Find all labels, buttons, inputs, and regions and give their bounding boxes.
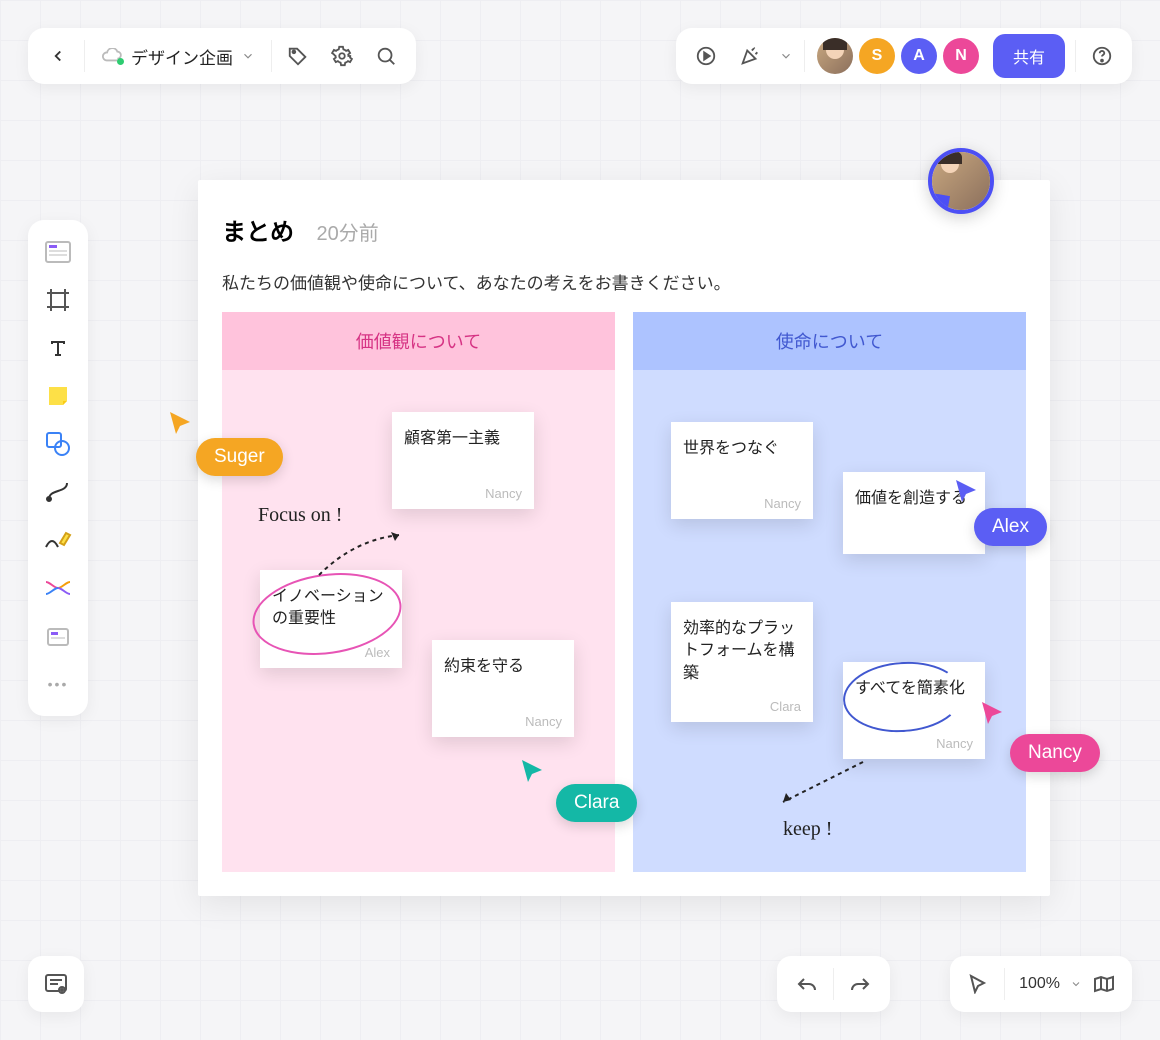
connector-tool[interactable] [36, 470, 80, 514]
pointer-tool[interactable] [960, 962, 996, 1006]
map-button[interactable] [1086, 962, 1122, 1006]
back-button[interactable] [36, 34, 80, 78]
sticky-card[interactable]: 効率的なプラットフォームを構築 Clara [671, 602, 813, 722]
tag-button[interactable] [276, 34, 320, 78]
undo-redo-bar [777, 956, 890, 1012]
column-header: 価値観について [222, 312, 615, 370]
more-tools[interactable]: ••• [36, 662, 80, 706]
cursor-label-clara: Clara [556, 784, 637, 822]
arrow-annotation[interactable] [314, 530, 414, 580]
cursor-label-suger: Suger [196, 438, 283, 476]
toolbar-right: S A N 共有 [676, 28, 1132, 84]
document-title: デザイン企画 [131, 44, 233, 69]
tools-sidebar: ••• [28, 220, 88, 716]
column-mission[interactable]: 使命について 世界をつなぐ Nancy 価値を創造する 効率的なプラットフォーム… [633, 312, 1026, 872]
celebrate-button[interactable] [728, 34, 772, 78]
remote-cursor-alex [954, 478, 980, 506]
search-button[interactable] [364, 34, 408, 78]
share-button[interactable]: 共有 [993, 34, 1065, 78]
mindmap-tool[interactable] [36, 566, 80, 610]
sticky-card[interactable]: 約束を守る Nancy [432, 640, 574, 737]
redo-button[interactable] [838, 962, 882, 1006]
cursor-label-nancy: Nancy [1010, 734, 1100, 772]
avatar-n[interactable]: N [943, 38, 979, 74]
column-header: 使命について [633, 312, 1026, 370]
remote-cursor-suger [168, 410, 194, 438]
sticky-note-tool[interactable] [36, 374, 80, 418]
presence-avatar-cursor [928, 148, 994, 214]
remote-cursor-clara [520, 758, 546, 786]
undo-button[interactable] [785, 962, 829, 1006]
zoom-bar: 100% [950, 956, 1132, 1012]
help-button[interactable] [1080, 34, 1124, 78]
chevron-down-icon [241, 49, 255, 63]
template-tool[interactable] [36, 230, 80, 274]
cloud-sync-icon [101, 48, 123, 64]
avatar-s[interactable]: S [859, 38, 895, 74]
notes-button[interactable] [28, 956, 84, 1012]
present-button[interactable] [684, 34, 728, 78]
chevron-down-icon[interactable] [1070, 978, 1082, 990]
text-annotation[interactable]: Focus on ! [258, 504, 342, 527]
board-timestamp: 20分前 [316, 223, 378, 245]
more-dropdown[interactable] [772, 34, 800, 78]
sticky-card[interactable]: 顧客第一主義 Nancy [392, 412, 534, 509]
shape-tool[interactable] [36, 422, 80, 466]
cursor-label-alex: Alex [974, 508, 1047, 546]
text-tool[interactable] [36, 326, 80, 370]
presence-avatars: S A N [817, 38, 979, 74]
pen-tool[interactable] [36, 518, 80, 562]
document-title-dropdown[interactable]: デザイン企画 [89, 44, 267, 69]
column-values[interactable]: 価値観について 顧客第一主義 Nancy イノベーションの重要性 Alex 約束… [222, 312, 615, 872]
zoom-value[interactable]: 100% [1013, 975, 1066, 993]
board-subtitle: 私たちの価値観や使命について、あなたの考えをお書きください。 [198, 259, 1050, 312]
text-annotation[interactable]: keep ! [783, 818, 832, 841]
card-tool[interactable] [36, 614, 80, 658]
toolbar-left: デザイン企画 [28, 28, 416, 84]
remote-cursor-nancy [980, 700, 1006, 728]
frame-tool[interactable] [36, 278, 80, 322]
arrow-annotation[interactable] [773, 752, 873, 812]
avatar-photo[interactable] [817, 38, 853, 74]
sticky-card[interactable]: 世界をつなぐ Nancy [671, 422, 813, 519]
board-title: まとめ [222, 219, 294, 246]
settings-button[interactable] [320, 34, 364, 78]
avatar-a[interactable]: A [901, 38, 937, 74]
